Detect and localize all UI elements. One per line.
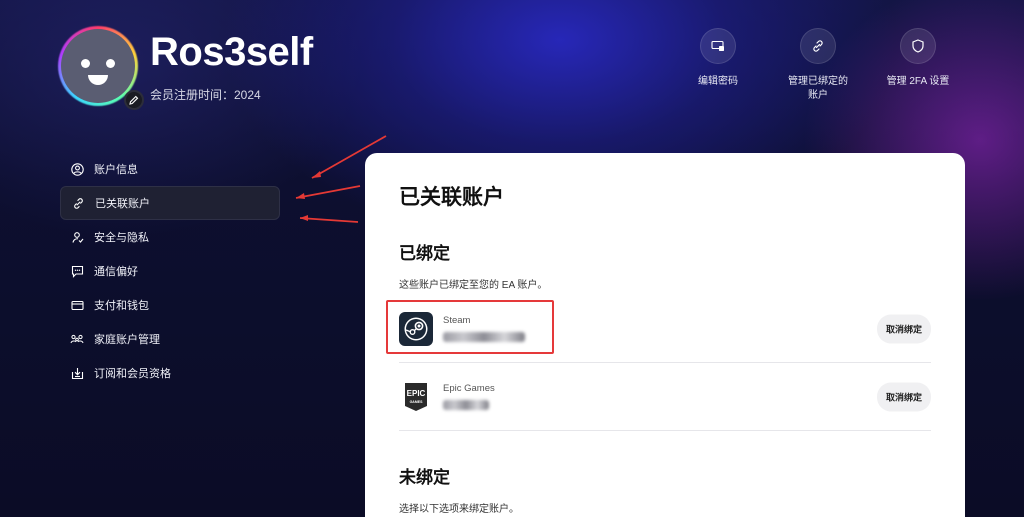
edit-password-action[interactable]: 编辑密码	[673, 28, 763, 89]
manage-linked-accounts-label: 管理已绑定的	[788, 76, 848, 87]
sidebar-item-label: 已关联账户	[95, 198, 150, 210]
linked-accounts-card: 已关联账户 已绑定 这些账户已绑定至您的 EA 账户。 Steam 取消绑定 E…	[365, 153, 965, 517]
pencil-icon	[129, 95, 139, 105]
subscription-icon	[70, 366, 84, 380]
manage-2fa-label: 管理 2FA 设置	[886, 76, 950, 87]
epic-account-name: Epic Games	[443, 383, 495, 394]
linked-account-row-epic: EPIC GAMES Epic Games 取消绑定	[399, 363, 931, 431]
sidebar-item-communication[interactable]: 通信偏好	[60, 254, 280, 288]
security-icon	[70, 230, 84, 244]
username: Ros3self	[150, 30, 313, 74]
sidebar-item-label: 安全与隐私	[94, 232, 149, 244]
unlinked-section-heading: 未绑定	[399, 468, 450, 487]
sidebar-item-security-privacy[interactable]: 安全与隐私	[60, 220, 280, 254]
page-title: 已关联账户	[399, 186, 504, 209]
steam-highlight-box	[386, 300, 554, 354]
manage-linked-accounts-action[interactable]: 管理已绑定的 账户	[773, 28, 863, 103]
avatar-eye-right	[106, 59, 115, 68]
sidebar-item-label: 家庭账户管理	[94, 334, 160, 346]
sidebar-item-label: 账户信息	[94, 164, 138, 176]
password-icon	[700, 28, 736, 64]
epic-account-id-redacted	[443, 400, 489, 410]
linked-section-description: 这些账户已绑定至您的 EA 账户。	[399, 280, 548, 291]
wallet-icon	[70, 298, 84, 312]
linked-section-heading: 已绑定	[399, 244, 450, 263]
svg-text:EPIC: EPIC	[407, 389, 426, 398]
sidebar-item-account-info[interactable]: 账户信息	[60, 152, 280, 186]
unlink-steam-button[interactable]: 取消绑定	[876, 314, 931, 343]
chat-icon	[70, 264, 84, 278]
link-icon	[71, 196, 85, 210]
member-since: 会员注册时间：2024	[150, 88, 261, 102]
avatar-mouth	[88, 75, 108, 85]
sidebar-item-payment-wallet[interactable]: 支付和钱包	[60, 288, 280, 322]
sidebar-item-label: 订阅和会员资格	[94, 368, 171, 380]
avatar-eye-left	[81, 59, 90, 68]
sidebar-item-linked-accounts[interactable]: 已关联账户	[60, 186, 280, 220]
shield-icon	[900, 28, 936, 64]
sidebar-nav: 账户信息 已关联账户 安全与隐私 通信偏好 支付和钱包 家庭账户管理 订阅和会员…	[60, 152, 280, 390]
sidebar-item-label: 支付和钱包	[94, 300, 149, 312]
avatar-face	[61, 29, 135, 103]
family-icon	[70, 332, 84, 346]
user-circle-icon	[70, 162, 84, 176]
sidebar-item-label: 通信偏好	[94, 266, 138, 278]
link-icon	[800, 28, 836, 64]
epic-games-logo-icon: EPIC GAMES	[399, 379, 433, 414]
edit-avatar-button[interactable]	[124, 90, 144, 110]
svg-text:GAMES: GAMES	[410, 400, 424, 404]
unlinked-section-description: 选择以下选项来绑定账户。	[399, 504, 519, 515]
manage-2fa-action[interactable]: 管理 2FA 设置	[873, 28, 963, 89]
manage-linked-accounts-label-line2: 账户	[808, 90, 828, 101]
sidebar-item-family-accounts[interactable]: 家庭账户管理	[60, 322, 280, 356]
unlink-epic-button[interactable]: 取消绑定	[876, 382, 931, 411]
sidebar-item-subscriptions[interactable]: 订阅和会员资格	[60, 356, 280, 390]
edit-password-label: 编辑密码	[698, 76, 738, 87]
